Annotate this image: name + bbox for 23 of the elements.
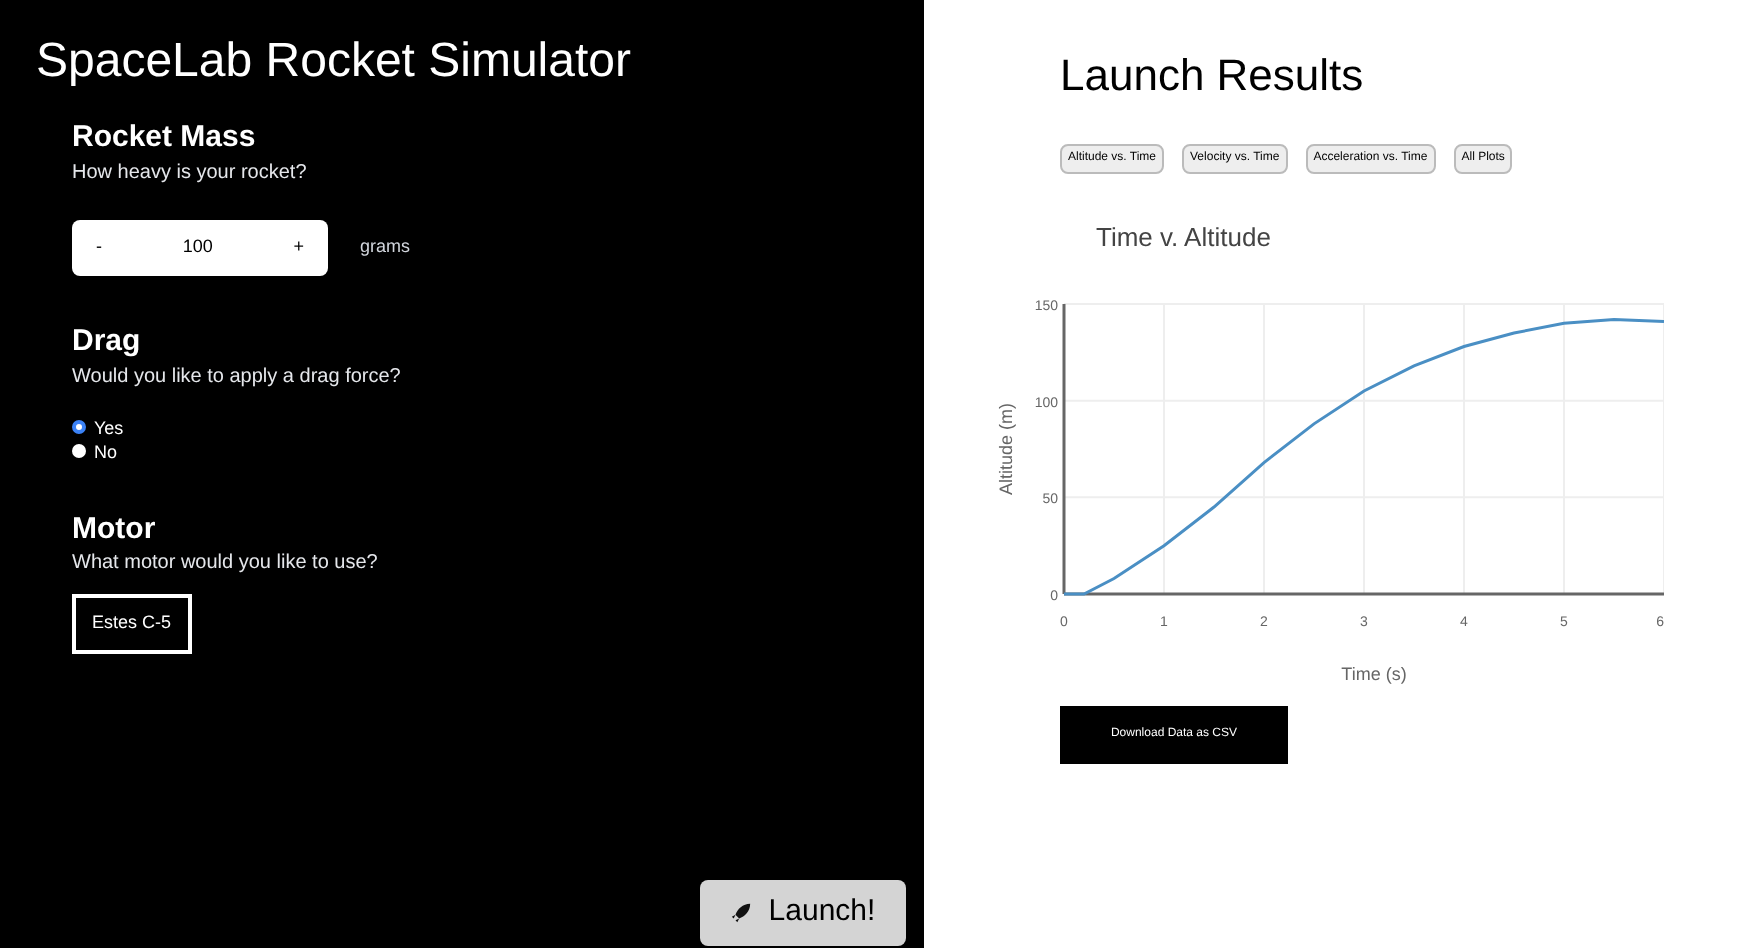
section-question: How heavy is your rocket? — [72, 159, 309, 188]
section-title: Drag — [72, 323, 143, 361]
chart-title: Time v. Altitude — [1096, 221, 1271, 251]
results-title: Launch Results — [1060, 48, 1366, 103]
mass-value: 100 — [182, 234, 213, 260]
launch-button[interactable]: Launch! — [700, 880, 906, 946]
app-title: SpaceLab Rocket Simulator — [36, 32, 633, 92]
section-title: Rocket Mass — [72, 120, 258, 158]
radio-button[interactable] — [72, 444, 86, 458]
x-axis-title: Time (s) — [1341, 663, 1407, 683]
radio-label: Yes — [94, 415, 124, 439]
plus-button[interactable]: + — [293, 234, 304, 261]
motor-button[interactable]: Estes C-5 — [72, 594, 192, 654]
section-question: What motor would you like to use? — [72, 550, 380, 579]
minus-button[interactable]: - — [96, 234, 102, 261]
radio-label: No — [94, 439, 118, 463]
mass-stepper[interactable]: - 100 + — [72, 219, 328, 276]
section-question: Would you like to apply a drag force? — [72, 363, 403, 391]
rocket-icon — [730, 902, 753, 924]
unit-label: grams — [360, 234, 411, 260]
y-axis-title: Altitude (m) — [996, 402, 1016, 494]
radio-button[interactable] — [72, 420, 86, 434]
section-title: Motor — [72, 511, 158, 549]
